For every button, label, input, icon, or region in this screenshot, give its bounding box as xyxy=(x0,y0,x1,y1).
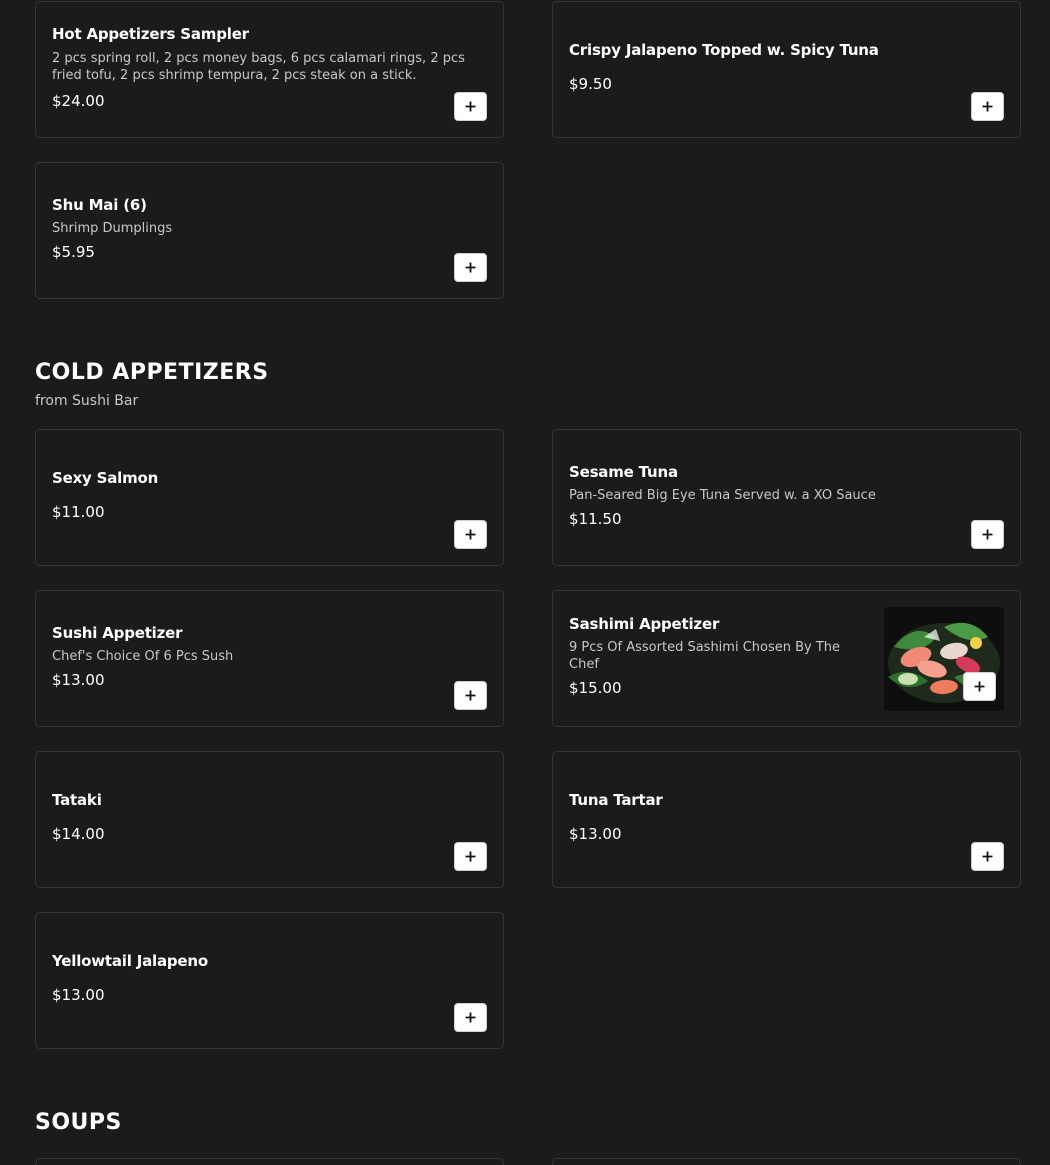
item-price: $11.50 xyxy=(569,509,622,528)
section-title: SOUPS xyxy=(35,1110,122,1135)
item-name: Sexy Salmon xyxy=(52,469,159,487)
menu-item-card[interactable]: Tuna Tartar $13.00 xyxy=(552,751,1021,888)
add-to-cart-button[interactable] xyxy=(454,681,487,710)
add-to-cart-button[interactable] xyxy=(963,672,996,701)
add-to-cart-button[interactable] xyxy=(971,520,1004,549)
plus-icon xyxy=(974,681,985,692)
item-price: $9.50 xyxy=(569,75,612,93)
menu-item-card[interactable]: Yellowtail Jalapeno $13.00 xyxy=(35,912,504,1049)
add-to-cart-button[interactable] xyxy=(454,253,487,282)
item-description: Pan-Seared Big Eye Tuna Served w. a XO S… xyxy=(569,487,876,503)
menu-item-card[interactable]: Sushi Appetizer Chef's Choice Of 6 Pcs S… xyxy=(35,590,504,727)
item-name: Crispy Jalapeno Topped w. Spicy Tuna xyxy=(569,41,879,59)
menu-item-card[interactable] xyxy=(552,1158,1021,1165)
plus-icon xyxy=(982,101,993,112)
menu-item-card[interactable]: Crispy Jalapeno Topped w. Spicy Tuna $9.… xyxy=(552,1,1021,138)
section-subtitle: from Sushi Bar xyxy=(35,393,139,409)
plus-icon xyxy=(465,851,476,862)
item-description: 9 Pcs Of Assorted Sashimi Chosen By The … xyxy=(569,640,841,672)
item-price: $11.00 xyxy=(52,503,105,521)
menu-item-card[interactable]: Sexy Salmon $11.00 xyxy=(35,429,504,566)
plus-icon xyxy=(465,262,476,273)
item-name: Hot Appetizers Sampler xyxy=(52,24,249,43)
plus-icon xyxy=(465,529,476,540)
section-title: COLD APPETIZERS xyxy=(35,360,269,385)
item-price: $13.00 xyxy=(52,670,105,689)
item-price: $5.95 xyxy=(52,242,95,261)
item-name: Sesame Tuna xyxy=(569,462,678,481)
item-description: Chef's Choice Of 6 Pcs Sush xyxy=(52,648,234,664)
add-to-cart-button[interactable] xyxy=(454,520,487,549)
plus-icon xyxy=(982,851,993,862)
item-name: Tataki xyxy=(52,791,102,809)
menu-item-card[interactable]: Tataki $14.00 xyxy=(35,751,504,888)
add-to-cart-button[interactable] xyxy=(454,1003,487,1032)
item-price: $13.00 xyxy=(569,825,622,843)
menu-item-card[interactable]: Shu Mai (6) Shrimp Dumplings $5.95 xyxy=(35,162,504,299)
menu-item-card[interactable]: Sesame Tuna Pan-Seared Big Eye Tuna Serv… xyxy=(552,429,1021,566)
item-price: $15.00 xyxy=(569,679,622,697)
plus-icon xyxy=(465,690,476,701)
item-name: Sashimi Appetizer xyxy=(569,615,720,633)
item-description: 2 pcs spring roll, 2 pcs money bags, 6 p… xyxy=(52,50,465,83)
item-description: Shrimp Dumplings xyxy=(52,220,173,236)
add-to-cart-button[interactable] xyxy=(971,92,1004,121)
item-name: Shu Mai (6) xyxy=(52,195,147,214)
menu-item-card[interactable]: Sashimi Appetizer 9 Pcs Of Assorted Sash… xyxy=(552,590,1021,727)
menu-item-card[interactable]: Hot Appetizers Sampler 2 pcs spring roll… xyxy=(35,1,504,138)
item-price: $24.00 xyxy=(52,91,105,110)
item-name: Tuna Tartar xyxy=(569,791,663,809)
plus-icon xyxy=(465,1012,476,1023)
add-to-cart-button[interactable] xyxy=(454,842,487,871)
item-name: Sushi Appetizer xyxy=(52,623,183,642)
menu-item-card[interactable] xyxy=(35,1158,504,1165)
plus-icon xyxy=(982,529,993,540)
item-name: Yellowtail Jalapeno xyxy=(52,952,208,970)
menu-page: Hot Appetizers Sampler 2 pcs spring roll… xyxy=(0,0,1050,1165)
item-price: $14.00 xyxy=(52,825,105,843)
item-photo[interactable] xyxy=(884,607,1004,711)
add-to-cart-button[interactable] xyxy=(454,92,487,121)
item-price: $13.00 xyxy=(52,986,105,1004)
plus-icon xyxy=(465,101,476,112)
add-to-cart-button[interactable] xyxy=(971,842,1004,871)
